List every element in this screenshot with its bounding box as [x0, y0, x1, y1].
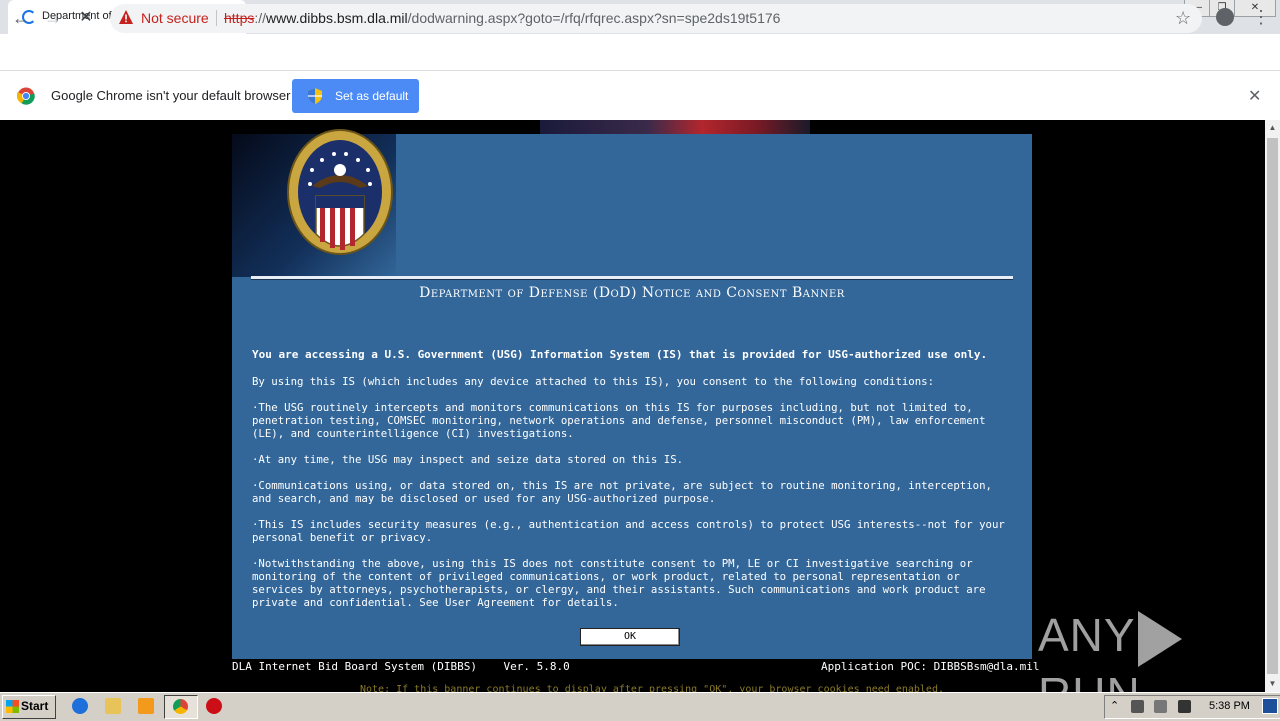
internet-explorer-icon[interactable]	[72, 698, 88, 714]
chrome-taskbar-icon[interactable]	[173, 699, 188, 714]
uac-shield-icon	[308, 88, 322, 104]
browser-toolbar	[0, 34, 1280, 71]
consent-condition: ·The USG routinely intercepts and monito…	[252, 401, 986, 440]
watermark-left: ANY	[1038, 609, 1136, 661]
play-icon	[1137, 610, 1182, 667]
banner-title: Department of Defense (DoD) Notice and C…	[419, 285, 845, 301]
forward-arrow-icon[interactable]: →	[41, 6, 65, 30]
url-host: www.dibbs.bsm.dla.mil	[266, 10, 408, 26]
bookmark-star-icon[interactable]: ☆	[1175, 8, 1191, 29]
windows-logo-icon	[6, 700, 19, 713]
action-center-flag-icon[interactable]	[1178, 700, 1191, 713]
show-desktop-button[interactable]	[1262, 698, 1278, 714]
media-player-icon[interactable]	[138, 698, 154, 714]
application-poc: Application POC: DIBBSBsm@dla.mil	[821, 660, 1040, 673]
title-divider	[251, 276, 1013, 280]
opera-icon[interactable]	[206, 698, 222, 714]
scroll-down-arrow-icon[interactable]: ▼	[1265, 676, 1280, 692]
system-name-version: DLA Internet Bid Board System (DIBBS) Ve…	[232, 660, 570, 673]
address-separator	[216, 10, 217, 26]
file-explorer-icon[interactable]	[105, 698, 121, 714]
url-path: /dodwarning.aspx?goto=/rfq/rfqrec.aspx?s…	[407, 10, 781, 26]
start-button[interactable]: Start	[2, 695, 56, 719]
warning-triangle-icon[interactable]	[118, 9, 134, 25]
infobar-message: Google Chrome isn't your default browser	[51, 88, 291, 103]
dla-seal-icon	[287, 129, 393, 255]
flag-background-strip	[540, 120, 810, 134]
consent-condition: ·At any time, the USG may inspect and se…	[252, 453, 684, 466]
url-text[interactable]: https://www.dibbs.bsm.dla.mil/dodwarning…	[224, 10, 780, 26]
consent-condition: ·Communications using, or data stored on…	[252, 479, 992, 505]
banner-intro: By using this IS (which includes any dev…	[252, 375, 935, 388]
browser-menu-icon[interactable]: ⋮	[1252, 8, 1270, 26]
show-hidden-icons-icon[interactable]: ⌃	[1110, 699, 1119, 712]
url-scheme: https	[224, 10, 255, 26]
taskbar-clock[interactable]: 5:38 PM	[1209, 700, 1250, 712]
banner-lead-statement: You are accessing a U.S. Government (USG…	[252, 348, 988, 361]
consent-condition: ·Notwithstanding the above, using this I…	[252, 557, 986, 609]
set-as-default-label: Set as default	[335, 89, 409, 103]
profile-avatar-icon[interactable]	[1216, 8, 1234, 26]
ok-button[interactable]: OK	[580, 628, 680, 646]
start-label: Start	[21, 699, 49, 713]
scroll-up-arrow-icon[interactable]: ▲	[1265, 120, 1280, 136]
security-status-label[interactable]: Not secure	[141, 10, 209, 26]
scrollbar-thumb[interactable]	[1267, 138, 1278, 674]
infobar-close-icon[interactable]: ✕	[1248, 86, 1261, 106]
chrome-logo-icon	[17, 87, 35, 105]
network-icon[interactable]	[1131, 700, 1144, 713]
url-separator: ://	[254, 10, 267, 26]
consent-condition: ·This IS includes security measures (e.g…	[252, 518, 1005, 544]
volume-icon[interactable]	[1154, 700, 1167, 713]
set-as-default-button[interactable]: Set as default	[292, 79, 419, 113]
back-arrow-icon[interactable]: ←	[9, 6, 33, 30]
stop-loading-icon[interactable]: ✕	[74, 6, 98, 30]
